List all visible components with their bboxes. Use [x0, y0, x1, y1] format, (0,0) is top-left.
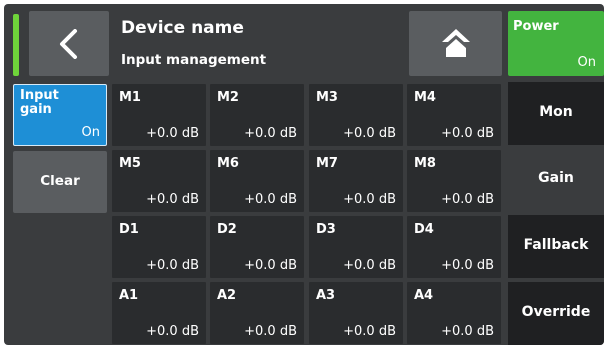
channel-gain-value: +0.0 dB: [146, 324, 199, 339]
mode-button-mon[interactable]: Mon: [508, 82, 604, 145]
channel-cell[interactable]: M2 +0.0 dB: [210, 84, 304, 146]
channel-name: M6: [217, 156, 239, 171]
channel-cell[interactable]: M1 +0.0 dB: [112, 84, 206, 146]
channel-name: A1: [119, 288, 139, 303]
channel-cell[interactable]: D1 +0.0 dB: [112, 216, 206, 278]
home-button[interactable]: [409, 11, 502, 76]
channel-name: M3: [316, 90, 338, 105]
channel-name: D3: [316, 222, 336, 237]
channel-cell[interactable]: M5 +0.0 dB: [112, 150, 206, 212]
channel-gain-value: +0.0 dB: [244, 126, 297, 141]
channel-gain-value: +0.0 dB: [343, 324, 396, 339]
channel-name: M2: [217, 90, 239, 105]
channel-gain-value: +0.0 dB: [343, 192, 396, 207]
channel-name: D2: [217, 222, 237, 237]
input-gain-label: Input gain: [20, 88, 59, 117]
channel-cell[interactable]: M6 +0.0 dB: [210, 150, 304, 212]
channel-name: A4: [414, 288, 434, 303]
channel-gain-value: +0.0 dB: [441, 126, 494, 141]
channel-gain-value: +0.0 dB: [441, 258, 494, 273]
channel-cell[interactable]: A3 +0.0 dB: [309, 282, 403, 344]
channel-name: M4: [414, 90, 436, 105]
channel-cell[interactable]: A1 +0.0 dB: [112, 282, 206, 344]
channel-name: M5: [119, 156, 141, 171]
mode-button-fallback[interactable]: Fallback: [508, 215, 604, 278]
channel-gain-value: +0.0 dB: [244, 324, 297, 339]
page-subtitle: Input management: [121, 52, 267, 68]
chevron-left-icon: [60, 29, 77, 59]
channel-name: D4: [414, 222, 434, 237]
clear-button[interactable]: Clear: [13, 151, 107, 213]
channel-gain-value: +0.0 dB: [146, 126, 199, 141]
status-indicator: [13, 14, 19, 76]
channel-name: M8: [414, 156, 436, 171]
channel-name: M1: [119, 90, 141, 105]
channel-gain-value: +0.0 dB: [146, 258, 199, 273]
input-gain-button[interactable]: Input gain On: [13, 84, 107, 146]
channel-cell[interactable]: M8 +0.0 dB: [407, 150, 501, 212]
mode-menu: Mon Gain Fallback Override: [508, 82, 604, 345]
channel-cell[interactable]: D3 +0.0 dB: [309, 216, 403, 278]
channel-name: A2: [217, 288, 237, 303]
channel-cell[interactable]: A2 +0.0 dB: [210, 282, 304, 344]
channel-gain-value: +0.0 dB: [343, 126, 396, 141]
screen: Device name Input management Power On In…: [4, 4, 604, 345]
channel-name: M7: [316, 156, 338, 171]
power-button[interactable]: Power On: [508, 11, 604, 76]
clear-label: Clear: [40, 173, 80, 189]
channel-gain-value: +0.0 dB: [244, 192, 297, 207]
mode-label: Mon: [539, 104, 573, 120]
channel-cell[interactable]: D2 +0.0 dB: [210, 216, 304, 278]
channel-gain-value: +0.0 dB: [441, 192, 494, 207]
mode-button-override[interactable]: Override: [508, 282, 604, 345]
mode-label: Fallback: [523, 237, 589, 253]
input-gain-state: On: [81, 125, 100, 140]
channel-gain-value: +0.0 dB: [146, 192, 199, 207]
channel-gain-value: +0.0 dB: [244, 258, 297, 273]
channel-cell[interactable]: M4 +0.0 dB: [407, 84, 501, 146]
back-button[interactable]: [29, 11, 109, 76]
channel-name: D1: [119, 222, 139, 237]
channel-cell[interactable]: A4 +0.0 dB: [407, 282, 501, 344]
channel-grid: M1 +0.0 dB M2 +0.0 dB M3 +0.0 dB M4 +0.0…: [112, 84, 501, 344]
mode-label: Override: [521, 304, 591, 320]
page-title: Device name: [121, 18, 244, 38]
power-state: On: [577, 55, 596, 70]
left-column: Input gain On Clear: [13, 84, 107, 338]
home-icon: [442, 29, 470, 57]
channel-gain-value: +0.0 dB: [343, 258, 396, 273]
channel-cell[interactable]: M3 +0.0 dB: [309, 84, 403, 146]
channel-cell[interactable]: M7 +0.0 dB: [309, 150, 403, 212]
power-label: Power: [513, 19, 559, 34]
channel-gain-value: +0.0 dB: [441, 324, 494, 339]
mode-label: Gain: [538, 170, 574, 186]
mode-button-gain[interactable]: Gain: [508, 148, 604, 211]
channel-name: A3: [316, 288, 336, 303]
title-block: Device name Input management: [121, 13, 401, 73]
channel-cell[interactable]: D4 +0.0 dB: [407, 216, 501, 278]
